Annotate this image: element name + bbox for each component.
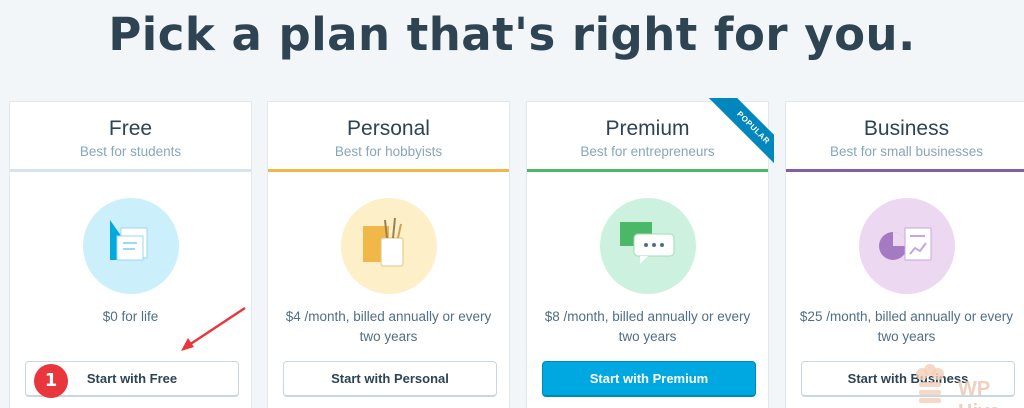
plan-header: Personal Best for hobbyists	[268, 102, 509, 172]
start-with-premium-button[interactable]: Start with Premium	[542, 361, 756, 397]
plan-price: $4 /month, billed annually or every two …	[285, 309, 492, 344]
personal-plan-illustration-icon	[341, 198, 437, 294]
start-with-personal-button[interactable]: Start with Personal	[283, 361, 497, 397]
plan-price: $0 for life	[102, 309, 159, 324]
step-number-badge: 1	[34, 364, 68, 398]
plan-tagline: Best for students	[79, 144, 182, 159]
plan-card-premium: Premium Best for entrepreneurs POPULAR $…	[526, 98, 774, 408]
ribbon-label: POPULAR	[707, 98, 774, 170]
plan-name: Business	[863, 117, 950, 140]
plan-tagline: Best for small businesses	[829, 144, 984, 159]
free-plan-illustration-icon	[83, 198, 179, 294]
watermark-text: WP Hive	[958, 378, 1000, 408]
page-title: Pick a plan that's right for you.	[108, 8, 916, 61]
plan-header: Free Best for students	[10, 102, 251, 172]
hive-logo-icon	[916, 364, 944, 403]
plan-card-personal: Personal Best for hobbyists $4 /month, b…	[267, 101, 510, 408]
plan-name: Free	[108, 117, 153, 140]
popular-ribbon: POPULAR	[702, 98, 774, 170]
premium-plan-illustration-icon	[600, 198, 696, 294]
business-plan-illustration-icon	[859, 198, 955, 294]
plan-name: Personal	[347, 117, 430, 140]
plan-price: $25 /month, billed annually or every two…	[799, 309, 1014, 344]
plan-price: $8 /month, billed annually or every two …	[544, 309, 751, 344]
plan-header: Business Best for small businesses	[786, 102, 1024, 172]
plan-tagline: Best for hobbyists	[334, 144, 443, 159]
plan-card-free: Free Best for students $0 for life Start…	[9, 101, 252, 408]
